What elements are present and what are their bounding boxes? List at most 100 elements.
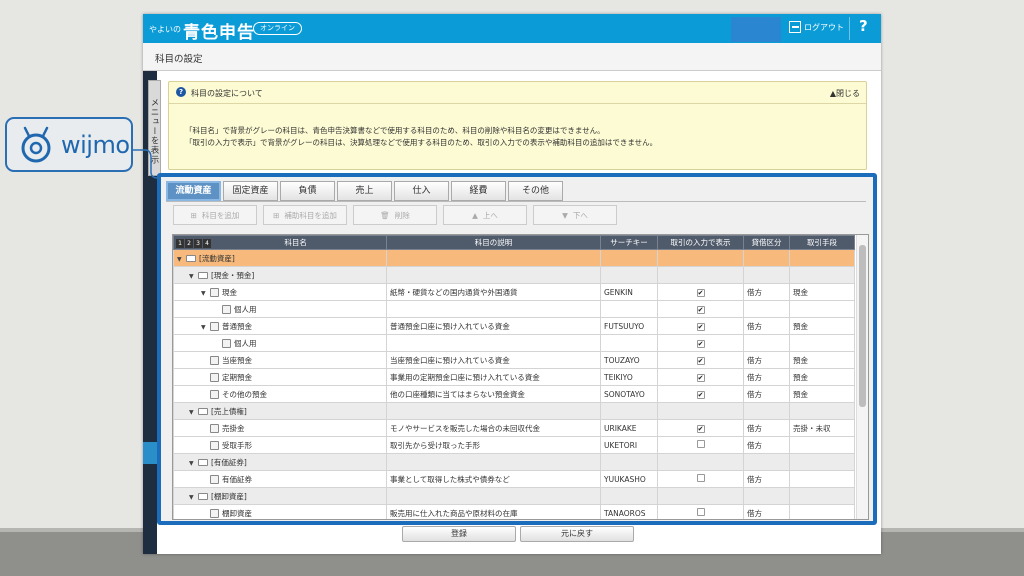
cell-show-in-entry[interactable]: ✔ <box>657 385 744 403</box>
expand-toggle-icon[interactable]: ▼ <box>189 273 198 280</box>
table-row[interactable]: 個人用 ✔ <box>173 300 855 318</box>
cell-name[interactable]: 定期預金 <box>173 368 387 386</box>
grid-scrollbar-thumb[interactable] <box>859 245 866 407</box>
revert-button[interactable]: 元に戻す <box>520 526 634 542</box>
add-account-button[interactable]: ⊞ 科目を追加 <box>173 205 257 225</box>
tab-fixed-assets[interactable]: 固定資産 <box>223 181 278 201</box>
checkbox-checked[interactable]: ✔ <box>696 339 705 348</box>
cell-debit-credit[interactable] <box>743 266 790 284</box>
cell-search-key[interactable]: GENKIN <box>600 283 658 301</box>
cell-show-in-entry[interactable]: ✔ <box>657 351 744 369</box>
cell-description[interactable] <box>386 487 601 505</box>
cell-show-in-entry[interactable] <box>657 436 744 454</box>
column-header-method[interactable]: 取引手段 <box>789 235 855 250</box>
account-grid[interactable]: 1234 科目名 科目の説明 サーチキー 取引の入力で表示 貸借区分 取引手段 … <box>172 234 869 520</box>
checkbox-checked[interactable]: ✔ <box>696 288 705 297</box>
cell-method[interactable] <box>789 300 855 318</box>
cell-search-key[interactable]: UKETORI <box>600 436 658 454</box>
cell-search-key[interactable]: FUTSUUYO <box>600 317 658 335</box>
add-sub-account-button[interactable]: ⊞ 補助科目を追加 <box>263 205 347 225</box>
table-row[interactable]: ▼ [棚卸資産] <box>173 487 855 505</box>
cell-name[interactable]: ▼ [棚卸資産] <box>173 487 387 505</box>
tab-purchases[interactable]: 仕入 <box>394 181 449 201</box>
checkbox-checked[interactable]: ✔ <box>696 356 705 365</box>
cell-description[interactable] <box>386 249 601 267</box>
cell-show-in-entry[interactable]: ✔ <box>657 368 744 386</box>
cell-method[interactable] <box>789 504 855 519</box>
level-2-button[interactable]: 2 <box>185 239 193 248</box>
cell-debit-credit[interactable]: 借方 <box>743 504 790 519</box>
cell-description[interactable] <box>386 453 601 471</box>
cell-description[interactable]: 事業として取得した株式や債券など <box>386 470 601 488</box>
cell-debit-credit[interactable]: 借方 <box>743 317 790 335</box>
cell-search-key[interactable] <box>600 249 658 267</box>
checkbox-checked[interactable]: ✔ <box>696 424 705 433</box>
cell-name[interactable]: ▼ 現金 <box>173 283 387 301</box>
cell-method[interactable] <box>789 453 855 471</box>
column-header-name[interactable]: 1234 科目名 <box>173 235 387 250</box>
cell-search-key[interactable]: TEIKIYO <box>600 368 658 386</box>
checkbox-checked[interactable]: ✔ <box>696 322 705 331</box>
cell-show-in-entry[interactable]: ✔ <box>657 317 744 335</box>
checkbox-unchecked[interactable] <box>696 440 705 448</box>
cell-debit-credit[interactable]: 借方 <box>743 436 790 454</box>
cell-method[interactable]: 売掛・未収 <box>789 419 855 437</box>
level-1-button[interactable]: 1 <box>176 239 184 248</box>
cell-method[interactable]: 預金 <box>789 351 855 369</box>
cell-debit-credit[interactable]: 借方 <box>743 470 790 488</box>
cell-description[interactable]: 他の口座種類に当てはまらない預金資金 <box>386 385 601 403</box>
column-header-show-in-entry[interactable]: 取引の入力で表示 <box>657 235 744 250</box>
cell-name[interactable]: 売掛金 <box>173 419 387 437</box>
cell-search-key[interactable] <box>600 334 658 352</box>
table-row[interactable]: 個人用 ✔ <box>173 334 855 352</box>
checkbox-checked[interactable]: ✔ <box>696 305 705 314</box>
table-row[interactable]: ▼ 現金 紙幣・硬貨などの国内通貨や外国通貨 GENKIN ✔ 借方 現金 <box>173 283 855 301</box>
cell-debit-credit[interactable] <box>743 453 790 471</box>
cell-description[interactable]: 紙幣・硬貨などの国内通貨や外国通貨 <box>386 283 601 301</box>
cell-name[interactable]: その他の預金 <box>173 385 387 403</box>
cell-show-in-entry[interactable] <box>657 249 744 267</box>
expand-toggle-icon[interactable]: ▼ <box>189 409 198 416</box>
cell-name[interactable]: 有価証券 <box>173 470 387 488</box>
cell-search-key[interactable] <box>600 300 658 318</box>
cell-search-key[interactable]: URIKAKE <box>600 419 658 437</box>
cell-debit-credit[interactable] <box>743 402 790 420</box>
cell-description[interactable] <box>386 402 601 420</box>
expand-toggle-icon[interactable]: ▼ <box>189 494 198 501</box>
tab-liabilities[interactable]: 負債 <box>280 181 335 201</box>
cell-search-key[interactable] <box>600 402 658 420</box>
cell-show-in-entry[interactable]: ✔ <box>657 300 744 318</box>
cell-name[interactable]: ▼ [現金・預金] <box>173 266 387 284</box>
cell-show-in-entry[interactable] <box>657 453 744 471</box>
cell-show-in-entry[interactable] <box>657 487 744 505</box>
table-row[interactable]: ▼ [現金・預金] <box>173 266 855 284</box>
cell-method[interactable] <box>789 249 855 267</box>
cell-search-key[interactable] <box>600 453 658 471</box>
cell-method[interactable] <box>789 402 855 420</box>
cell-name[interactable]: ▼ [売上債権] <box>173 402 387 420</box>
cell-debit-credit[interactable]: 借方 <box>743 351 790 369</box>
cell-show-in-entry[interactable]: ✔ <box>657 419 744 437</box>
expand-toggle-icon[interactable]: ▼ <box>177 256 186 263</box>
help-button[interactable]: ? <box>859 17 868 35</box>
cell-method[interactable]: 預金 <box>789 368 855 386</box>
cell-debit-credit[interactable]: 借方 <box>743 385 790 403</box>
checkbox-unchecked[interactable] <box>696 474 705 482</box>
move-down-button[interactable]: ▼ 下へ <box>533 205 617 225</box>
cell-description[interactable]: 取引先から受け取った手形 <box>386 436 601 454</box>
cell-name[interactable]: ▼ 普通預金 <box>173 317 387 335</box>
cell-name[interactable]: 個人用 <box>173 300 387 318</box>
expand-toggle-icon[interactable]: ▼ <box>201 290 210 297</box>
grid-scrollbar[interactable] <box>856 235 868 519</box>
logout-button[interactable]: ログアウト <box>789 21 844 33</box>
cell-show-in-entry[interactable]: ✔ <box>657 283 744 301</box>
column-header-debit-credit[interactable]: 貸借区分 <box>743 235 790 250</box>
cell-name[interactable]: ▼ [有価証券] <box>173 453 387 471</box>
expand-toggle-icon[interactable]: ▼ <box>189 460 198 467</box>
cell-description[interactable]: 当座預金口座に預け入れている資金 <box>386 351 601 369</box>
cell-description[interactable]: 事業用の定期預金口座に預け入れている資金 <box>386 368 601 386</box>
checkbox-checked[interactable]: ✔ <box>696 390 705 399</box>
cell-debit-credit[interactable]: 借方 <box>743 368 790 386</box>
cell-method[interactable]: 預金 <box>789 317 855 335</box>
cell-description[interactable]: 普通預金口座に預け入れている資金 <box>386 317 601 335</box>
